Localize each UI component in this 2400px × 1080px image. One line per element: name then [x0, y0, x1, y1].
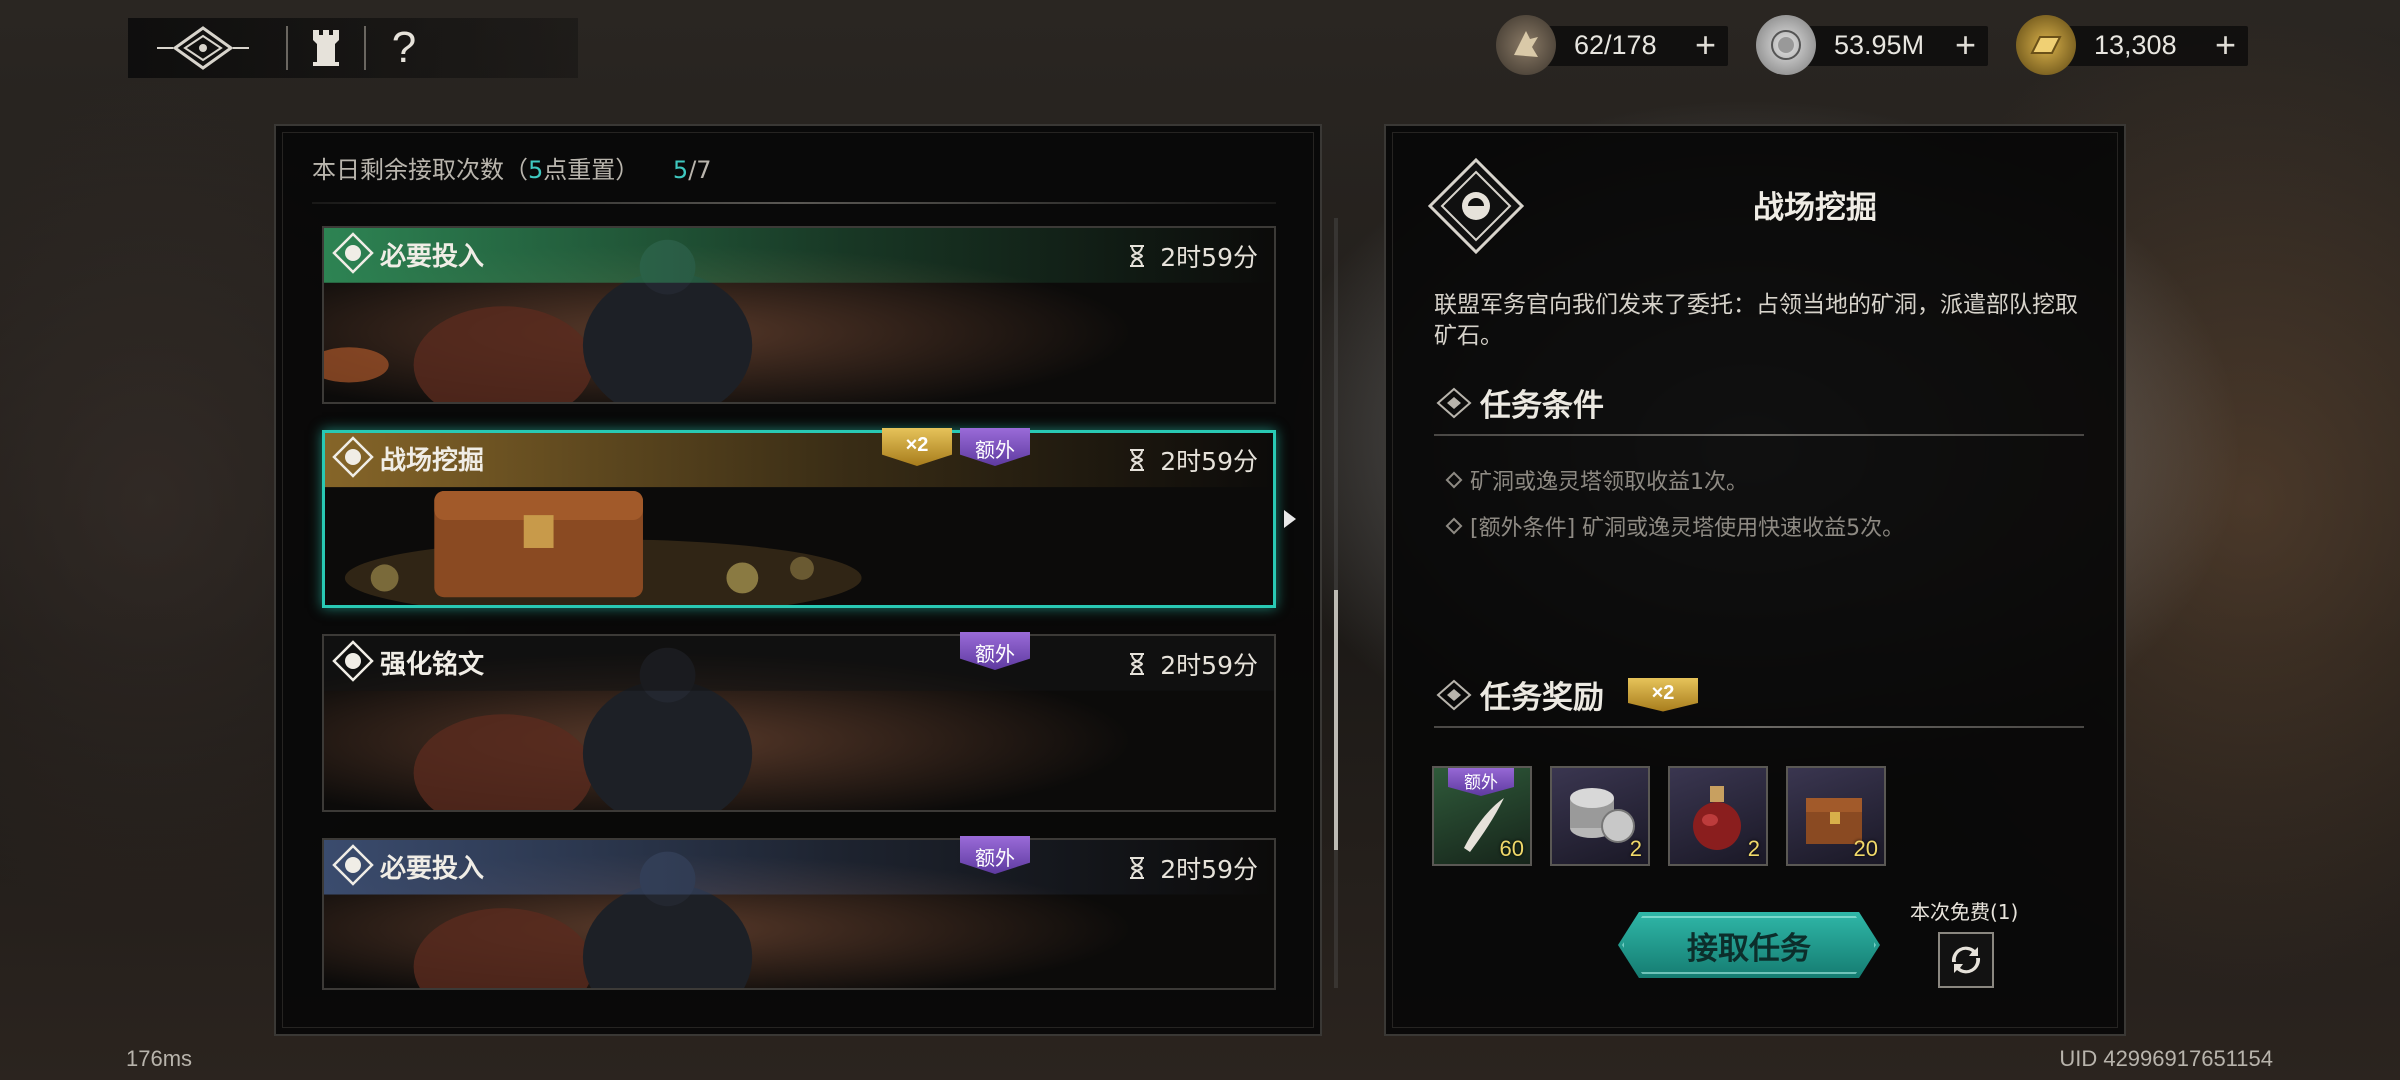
conditions-heading: 任务条件 [1434, 380, 1604, 425]
gold-value: 13,308 [2094, 29, 2177, 60]
timer-text: 2时59分 [1160, 447, 1258, 476]
timer-text: 2时59分 [1160, 651, 1258, 680]
rewards-heading: 任务奖励 ×2 [1434, 672, 1698, 717]
diamond-bullet-icon [1445, 517, 1463, 535]
stamina-value: 62/178 [1574, 29, 1657, 60]
task-timer: 2时59分 [1128, 850, 1258, 886]
add-gold-button[interactable]: + [2215, 27, 2236, 63]
task-card-content: 必要投入 额外 2时59分 [322, 836, 1276, 990]
extra-badge: 额外 [960, 428, 1030, 466]
task-emblem-icon [332, 436, 374, 478]
accept-task-button[interactable]: 接取任务 [1618, 912, 1880, 978]
guild-emblem-icon[interactable] [128, 18, 278, 78]
hourglass-icon [1130, 857, 1145, 879]
task-title: 必要投入 [380, 854, 485, 884]
task-timer: 2时59分 [1128, 238, 1258, 274]
task-timer: 2时59分 [1128, 646, 1258, 682]
timer-text: 2时59分 [1160, 855, 1258, 884]
condition-item: 矿洞或逸灵塔领取收益1次。 [1445, 464, 1748, 496]
condition-item: [额外条件] 矿洞或逸灵塔使用快速收益5次。 [1445, 510, 1905, 542]
reward-count: 60 [1499, 836, 1524, 861]
add-stamina-button[interactable]: + [1695, 27, 1716, 63]
daily-label: 本日剩余接取次数（ [312, 156, 528, 184]
divider [1434, 726, 2084, 728]
task-title: 强化铭文 [380, 650, 485, 680]
task-emblem-icon [332, 232, 374, 274]
latency-readout: 176ms [126, 1046, 193, 1071]
task-emblem-icon [332, 640, 374, 682]
task-card-content: 战场挖掘 ×2 额外 2时59分 [322, 428, 1276, 608]
hourglass-icon [1130, 245, 1145, 267]
nav-divider [286, 26, 288, 70]
extra-badge: 额外 [960, 632, 1030, 670]
divider [1434, 434, 2084, 436]
nav-divider [364, 26, 366, 70]
scrollbar-thumb[interactable] [1334, 590, 1338, 850]
conditions-heading-text: 任务条件 [1480, 388, 1604, 424]
task-title: 必要投入 [380, 242, 485, 272]
diamond-icon [1436, 679, 1472, 710]
refresh-button[interactable] [1938, 932, 1994, 988]
reward-count: 2 [1747, 836, 1760, 861]
daily-remaining: 本日剩余接取次数（5点重置） 5/7 [312, 150, 712, 185]
selected-arrow-icon [1284, 510, 1296, 528]
timer-text: 2时59分 [1160, 243, 1258, 272]
task-detail-panel: 战场挖掘 联盟军务官向我们发来了委托：占领当地的矿洞，派遣部队挖取矿石。 任务条… [1384, 124, 2126, 1036]
condition-text: 矿洞或逸灵塔领取收益1次。 [1470, 470, 1748, 495]
diamond-icon [1436, 387, 1472, 418]
silver-value: 53.95M [1834, 29, 1925, 60]
task-title: 战场挖掘 [380, 446, 485, 476]
resource-gold: 13,308 + [2016, 14, 2248, 76]
reward-item[interactable]: 20 [1786, 766, 1886, 866]
diamond-bullet-icon [1445, 471, 1463, 489]
reset-suffix: 点重置） [543, 156, 640, 184]
reward-item[interactable]: 2 [1550, 766, 1650, 866]
user-id: UID 42996917651154 [2059, 1046, 2273, 1071]
task-timer: 2时59分 [1128, 442, 1258, 478]
double-reward-badge: ×2 [1628, 677, 1698, 712]
daily-used: 5 [672, 156, 689, 184]
detail-description: 联盟军务官向我们发来了委托：占领当地的矿洞，派遣部队挖取矿石。 [1434, 292, 2078, 349]
daily-count: 5/7 [673, 156, 712, 184]
task-card-content: 必要投入 2时59分 [322, 226, 1276, 404]
resource-silver: 53.95M + [1756, 14, 1988, 76]
task-emblem-icon [332, 844, 374, 886]
detail-title: 战场挖掘 [1753, 190, 1877, 226]
reward-count: 2 [1629, 836, 1642, 861]
hourglass-icon [1130, 449, 1145, 471]
rewards-heading-text: 任务奖励 [1480, 680, 1604, 716]
condition-text: [额外条件] 矿洞或逸灵塔使用快速收益5次。 [1470, 516, 1905, 541]
stamina-icon [1496, 15, 1556, 75]
gold-ingot-icon [2016, 15, 2076, 75]
reward-item[interactable]: 2 [1668, 766, 1768, 866]
daily-total: /7 [688, 156, 712, 184]
tower-icon[interactable] [296, 18, 356, 78]
double-reward-badge: ×2 [882, 428, 952, 466]
task-card-content: 强化铭文 额外 2时59分 [322, 632, 1276, 812]
refresh-icon [1951, 946, 1981, 974]
add-silver-button[interactable]: + [1955, 27, 1976, 63]
reward-item[interactable]: 额外 60 [1432, 766, 1532, 866]
extra-badge: 额外 [960, 836, 1030, 874]
hourglass-icon [1130, 653, 1145, 675]
reset-hour: 5 [528, 156, 544, 184]
divider [312, 202, 1276, 204]
resource-stamina: 62/178 + [1496, 14, 1728, 76]
help-button[interactable]: ? [374, 18, 434, 78]
silver-coin-icon [1756, 15, 1816, 75]
top-nav: ? [128, 18, 578, 78]
free-refresh-label: 本次免费(1) [1910, 900, 2019, 924]
reward-count: 20 [1853, 836, 1878, 861]
